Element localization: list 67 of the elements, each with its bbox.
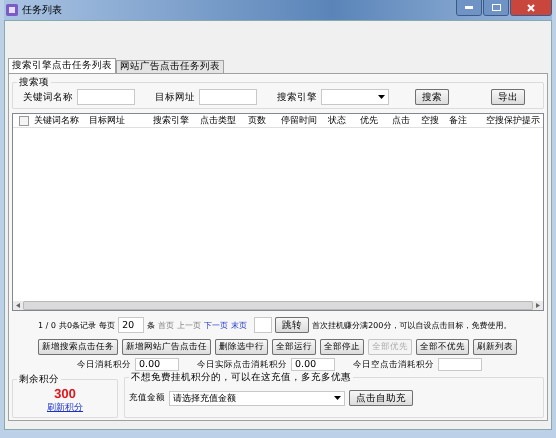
url-field[interactable] [199, 89, 257, 105]
page-link[interactable]: 下一页 [204, 320, 228, 330]
unit-label: 条 [147, 320, 156, 330]
close-button[interactable] [510, 0, 552, 16]
column-header[interactable]: 停留时间 [281, 114, 328, 127]
app-icon [6, 4, 18, 16]
group-title: 剩余积分 [18, 373, 60, 386]
maximize-button[interactable] [483, 0, 509, 16]
action-button[interactable]: 全部运行 [272, 339, 316, 355]
window-title: 任务列表 [22, 4, 62, 17]
column-header[interactable]: 优先 [360, 114, 392, 127]
amount-label: 充值金额 [129, 392, 165, 404]
maximize-icon [492, 4, 500, 11]
action-button[interactable]: 删除选中行 [215, 339, 268, 355]
field-label: 关键词名称 [22, 90, 73, 104]
engine-dropdown[interactable] [321, 89, 389, 105]
jump-button[interactable]: 跳转 [275, 317, 310, 333]
action-button[interactable]: 新增网站广告点击任 [122, 339, 211, 355]
page-number-field[interactable] [254, 317, 272, 333]
horizontal-scrollbar[interactable] [13, 301, 543, 310]
scroll-left-icon[interactable] [16, 303, 20, 308]
stat-field[interactable]: 0.00 [135, 358, 179, 371]
action-button[interactable]: 新增搜索点击任务 [38, 339, 118, 355]
column-header[interactable]: 空搜 [421, 114, 449, 127]
recharge-button[interactable]: 点击自助充 [349, 390, 413, 406]
refresh-points-link[interactable]: 刷新积分 [47, 401, 83, 414]
column-header[interactable]: 页数 [248, 114, 281, 127]
action-button[interactable]: 全部停止 [320, 339, 364, 355]
column-header[interactable]: 目标网址 [89, 114, 153, 127]
field-label: 目标网址 [154, 90, 195, 104]
export-button[interactable]: 导出 [491, 89, 525, 105]
field-label: 搜索引擎 [276, 90, 317, 104]
record-count: 共0条记录 [58, 320, 96, 330]
column-header[interactable]: 搜索引擎 [153, 114, 200, 127]
group-title: 不想免费挂机积分的，可以在这充值，多充多优惠 [130, 371, 352, 384]
close-icon [527, 4, 535, 12]
stat-field[interactable] [438, 358, 482, 371]
scroll-right-icon[interactable] [536, 303, 540, 308]
column-header[interactable]: 关键词名称 [34, 114, 89, 127]
dropdown-arrow-icon [334, 396, 341, 400]
column-header[interactable]: 点击 [392, 114, 421, 127]
page-indicator: 1 / 0 [38, 320, 56, 330]
column-header[interactable]: 状态 [328, 114, 360, 127]
search-button[interactable]: 搜索 [415, 89, 449, 105]
page-link[interactable]: 末页 [231, 320, 248, 330]
notice-text: 首次挂机赚分满200分，可以自设点击目标，免费使用。 [312, 320, 512, 330]
tab[interactable]: 网站广告点击任务列表 [116, 60, 224, 73]
stat-label: 今日空点击消耗积分 [353, 358, 434, 370]
action-button[interactable]: 刷新列表 [473, 339, 517, 355]
minimize-button[interactable] [456, 0, 482, 16]
per-page-field[interactable]: 20 [118, 317, 144, 333]
column-header[interactable]: 点击类型 [200, 114, 248, 127]
column-header[interactable]: 备注 [449, 114, 486, 127]
per-page-label: 每页 [99, 320, 116, 330]
column-header[interactable]: 空搜保护提示 [486, 114, 540, 127]
dropdown-arrow-icon [378, 95, 385, 99]
points-value: 300 [54, 386, 76, 401]
group-title: 搜索项 [18, 76, 50, 89]
tab[interactable]: 搜索引擎点击任务列表 [8, 58, 116, 73]
stat-label: 今日消耗积分 [77, 358, 131, 370]
select-all-checkbox[interactable] [19, 116, 29, 126]
stat-label: 今日实际点击消耗积分 [197, 358, 287, 370]
action-button[interactable]: 全部不优先 [416, 339, 469, 355]
stat-field[interactable]: 0.00 [291, 358, 335, 371]
minimize-icon [465, 6, 473, 9]
keyword-field[interactable] [77, 89, 135, 105]
amount-dropdown[interactable]: 请选择充值金额 [169, 390, 345, 406]
